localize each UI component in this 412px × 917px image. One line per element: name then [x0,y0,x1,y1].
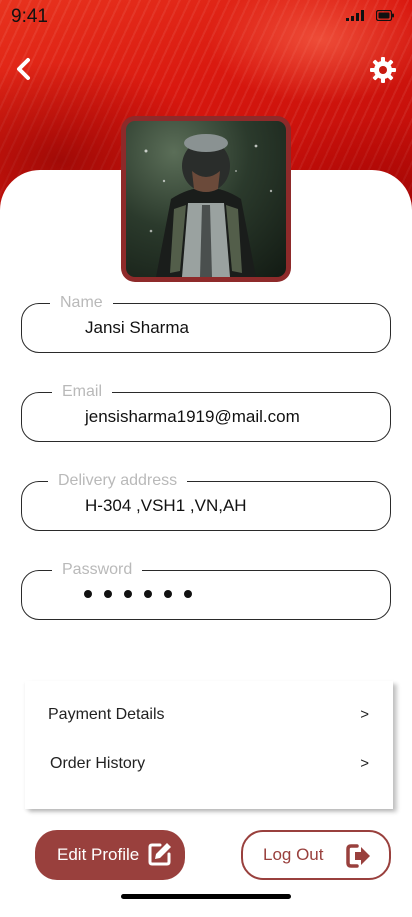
edit-profile-label: Edit Profile [57,845,140,864]
password-field[interactable]: Password [21,561,391,620]
menu-item-label: Order History [50,755,146,772]
edit-profile-button[interactable]: Edit Profile [35,830,185,880]
delivery-address-field[interactable]: Delivery address H-304 ,VSH1 ,VN,AH [21,472,391,531]
delivery-address-label: Delivery address [48,472,188,490]
password-mask [84,590,192,598]
edit-icon [148,843,171,866]
name-label: Name [50,294,113,312]
email-label: Email [52,383,113,401]
password-dot [184,590,192,598]
avatar[interactable] [121,116,291,282]
status-icons [346,10,394,21]
chevron-right-icon: > [360,706,369,723]
log-out-button[interactable]: Log Out [241,830,391,880]
home-indicator [121,894,291,899]
user-photo-illustration [144,134,273,277]
password-dot [104,590,112,598]
settings-button[interactable] [368,55,398,85]
name-value: Jansi Sharma [85,318,189,337]
email-value: jensisharma1919@mail.com [85,407,300,426]
menu-item-label: Payment Details [48,706,165,723]
name-field[interactable]: Name Jansi Sharma [21,294,391,353]
chevron-left-icon [17,58,30,80]
status-time: 9:41 [11,6,48,27]
password-dot [164,590,172,598]
password-dot [124,590,132,598]
password-dot [144,590,152,598]
gear-icon [370,57,396,83]
delivery-address-value: H-304 ,VSH1 ,VN,AH [85,496,247,515]
battery-icon [376,10,394,21]
signal-icon [346,10,364,21]
chevron-right-icon: > [360,755,369,772]
profile-photo [126,121,286,277]
menu-item-order-history[interactable]: Order History > [25,745,393,785]
account-menu: Payment Details > Order History > [25,681,393,809]
password-label: Password [52,561,143,579]
menu-item-payment-details[interactable]: Payment Details > [25,696,393,736]
logout-icon [346,844,370,868]
status-bar: 9:41 [0,0,412,34]
password-dot [84,590,92,598]
log-out-label: Log Out [263,845,324,864]
email-field[interactable]: Email jensisharma1919@mail.com [21,383,391,442]
back-button[interactable] [10,55,38,83]
